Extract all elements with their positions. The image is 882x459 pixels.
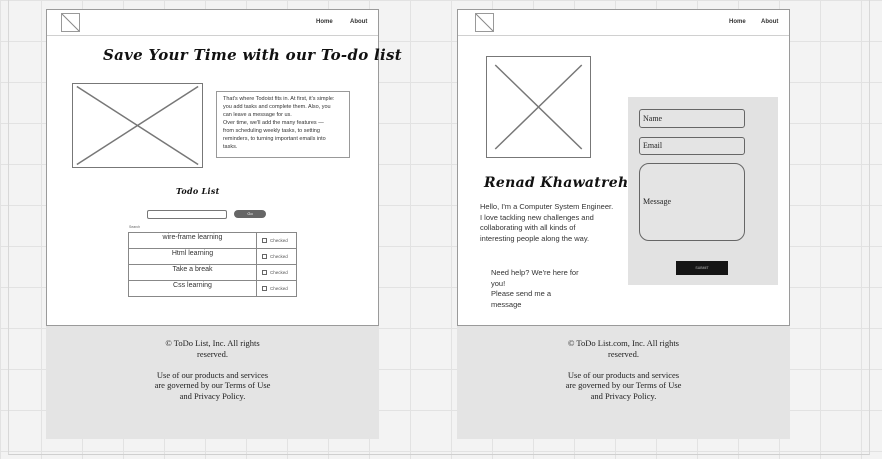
- checkbox-icon[interactable]: [262, 238, 267, 244]
- todo-page-footer: © ToDo List, Inc. All rights reserved. U…: [46, 326, 379, 439]
- task-checkbox-cell[interactable]: Checked: [256, 264, 297, 281]
- nav-home-link[interactable]: Home: [729, 19, 746, 25]
- email-field[interactable]: Email: [639, 137, 745, 155]
- task-checkbox-cell[interactable]: Checked: [256, 280, 297, 297]
- intro-line: can leave a message for us.: [223, 112, 292, 118]
- help-line: message: [491, 299, 522, 309]
- checkbox-icon[interactable]: [262, 254, 267, 260]
- checkbox-icon[interactable]: [262, 270, 267, 276]
- top-nav: Home About: [47, 10, 378, 36]
- logo-placeholder-icon[interactable]: [61, 13, 80, 32]
- footer-copyright-cont: reserved.: [197, 348, 228, 359]
- footer-copyright: © ToDo List, Inc. All rights: [165, 338, 260, 348]
- todo-heading: Todo List: [176, 186, 220, 196]
- profile-image-placeholder: [486, 56, 591, 158]
- checkbox-label: Checked: [270, 253, 288, 259]
- table-row: Css learning Checked: [128, 280, 297, 297]
- task-label: Css learning: [128, 280, 257, 297]
- table-row: Take a break Checked: [128, 264, 297, 281]
- intro-text-box: That's where Todoist fits in. At first, …: [216, 91, 350, 158]
- task-label: Take a break: [128, 264, 257, 281]
- about-page-frame: Home About Renad Khawatreh Hello, I'm a …: [457, 9, 790, 326]
- about-page-footer: © ToDo List.com, Inc. All rights reserve…: [457, 326, 790, 439]
- table-row: Html learning Checked: [128, 248, 297, 265]
- footer-privacy: and Privacy Policy.: [179, 390, 246, 401]
- submit-button[interactable]: SUBMIT: [676, 261, 728, 275]
- logo-placeholder-icon[interactable]: [475, 13, 494, 32]
- page-title: Save Your Time with our To-do list: [103, 46, 403, 64]
- checkbox-label: Checked: [270, 285, 288, 291]
- todo-search-input[interactable]: [147, 210, 227, 219]
- task-checkbox-cell[interactable]: Checked: [256, 232, 297, 249]
- todo-table: wire-frame learning Checked Html learnin…: [128, 232, 297, 297]
- profile-bio: Hello, I'm a Computer System Engineer. I…: [480, 202, 628, 244]
- intro-line: from scheduling weekly tasks, to setting: [223, 128, 320, 134]
- footer-terms: Use of our products and services: [567, 369, 680, 380]
- nav-about-link[interactable]: About: [350, 19, 367, 25]
- profile-name: Renad Khawatreh: [484, 175, 629, 191]
- message-field[interactable]: Message: [639, 163, 745, 241]
- intro-line: Over time, we'll add the many features —: [223, 120, 324, 126]
- name-field[interactable]: Name: [639, 109, 745, 128]
- intro-line: That's where Todoist fits in. At first, …: [223, 96, 335, 102]
- checkbox-label: Checked: [270, 237, 288, 243]
- footer-terms-cont: are governed by our Terms of Use: [154, 380, 271, 390]
- task-label: wire-frame learning: [128, 232, 257, 249]
- nav-about-link[interactable]: About: [761, 19, 778, 25]
- footer-privacy: and Privacy Policy.: [590, 390, 657, 401]
- bio-line: Hello, I'm a Computer System Engineer.: [480, 202, 614, 211]
- hero-image-placeholder: [72, 83, 203, 168]
- intro-line: tasks.: [223, 144, 238, 150]
- bio-line: collaborating with all kinds of: [480, 223, 576, 232]
- table-row: wire-frame learning Checked: [128, 232, 297, 249]
- help-text: Need help? We're here for you! Please se…: [491, 268, 601, 310]
- table-caption: Search: [129, 225, 141, 229]
- help-line: Need help? We're here for: [491, 268, 579, 277]
- bio-line: interesting people along the way.: [480, 233, 590, 243]
- footer-copyright: © ToDo List.com, Inc. All rights: [567, 338, 679, 348]
- intro-line: reminders, to turning important emails i…: [223, 136, 326, 142]
- checkbox-label: Checked: [270, 269, 288, 275]
- task-label: Html learning: [128, 248, 257, 265]
- footer-terms: Use of our products and services: [156, 369, 269, 380]
- checkbox-icon[interactable]: [262, 286, 267, 292]
- top-nav: Home About: [458, 10, 789, 36]
- footer-terms-cont: are governed by our Terms of Use: [565, 380, 682, 390]
- nav-home-link[interactable]: Home: [316, 19, 333, 25]
- contact-form: Name Email Message SUBMIT: [628, 97, 778, 285]
- todo-page-frame: Home About Save Your Time with our To-do…: [46, 9, 402, 326]
- task-checkbox-cell[interactable]: Checked: [256, 248, 297, 265]
- footer-copyright-cont: reserved.: [608, 348, 639, 359]
- help-line: Please send me a: [491, 289, 552, 298]
- intro-line: you add tasks and complete them. Also, y…: [223, 104, 331, 110]
- bio-line: I love tackling new challenges and: [480, 212, 594, 222]
- help-line: you!: [491, 278, 506, 288]
- todo-search-button[interactable]: Go: [234, 210, 266, 218]
